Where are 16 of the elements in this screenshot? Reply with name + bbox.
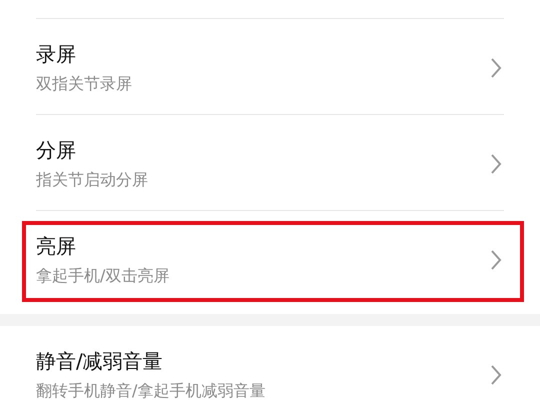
chevron-right-icon — [490, 364, 502, 386]
settings-row[interactable]: 分屏 指关节启动分屏 — [36, 115, 504, 211]
settings-row[interactable]: 录屏 双指关节录屏 — [36, 19, 504, 115]
chevron-right-icon — [490, 57, 502, 79]
settings-row[interactable]: 亮屏 拿起手机/双击亮屏 — [36, 211, 504, 306]
setting-title: 录屏 — [36, 41, 76, 67]
setting-title: 亮屏 — [36, 233, 76, 259]
settings-row[interactable]: 静音/减弱音量 翻转手机静音/拿起手机减弱音量 — [36, 326, 504, 410]
setting-description: 双指关节录屏 — [36, 73, 132, 95]
setting-description: 翻转手机静音/拿起手机减弱音量 — [36, 380, 266, 402]
setting-description: 拿起手机/双击亮屏 — [36, 265, 170, 287]
chevron-right-icon — [490, 249, 502, 271]
setting-description: 指关节启动分屏 — [36, 169, 148, 191]
chevron-right-icon — [490, 153, 502, 175]
setting-title: 静音/减弱音量 — [36, 348, 163, 374]
setting-title: 分屏 — [36, 137, 76, 163]
